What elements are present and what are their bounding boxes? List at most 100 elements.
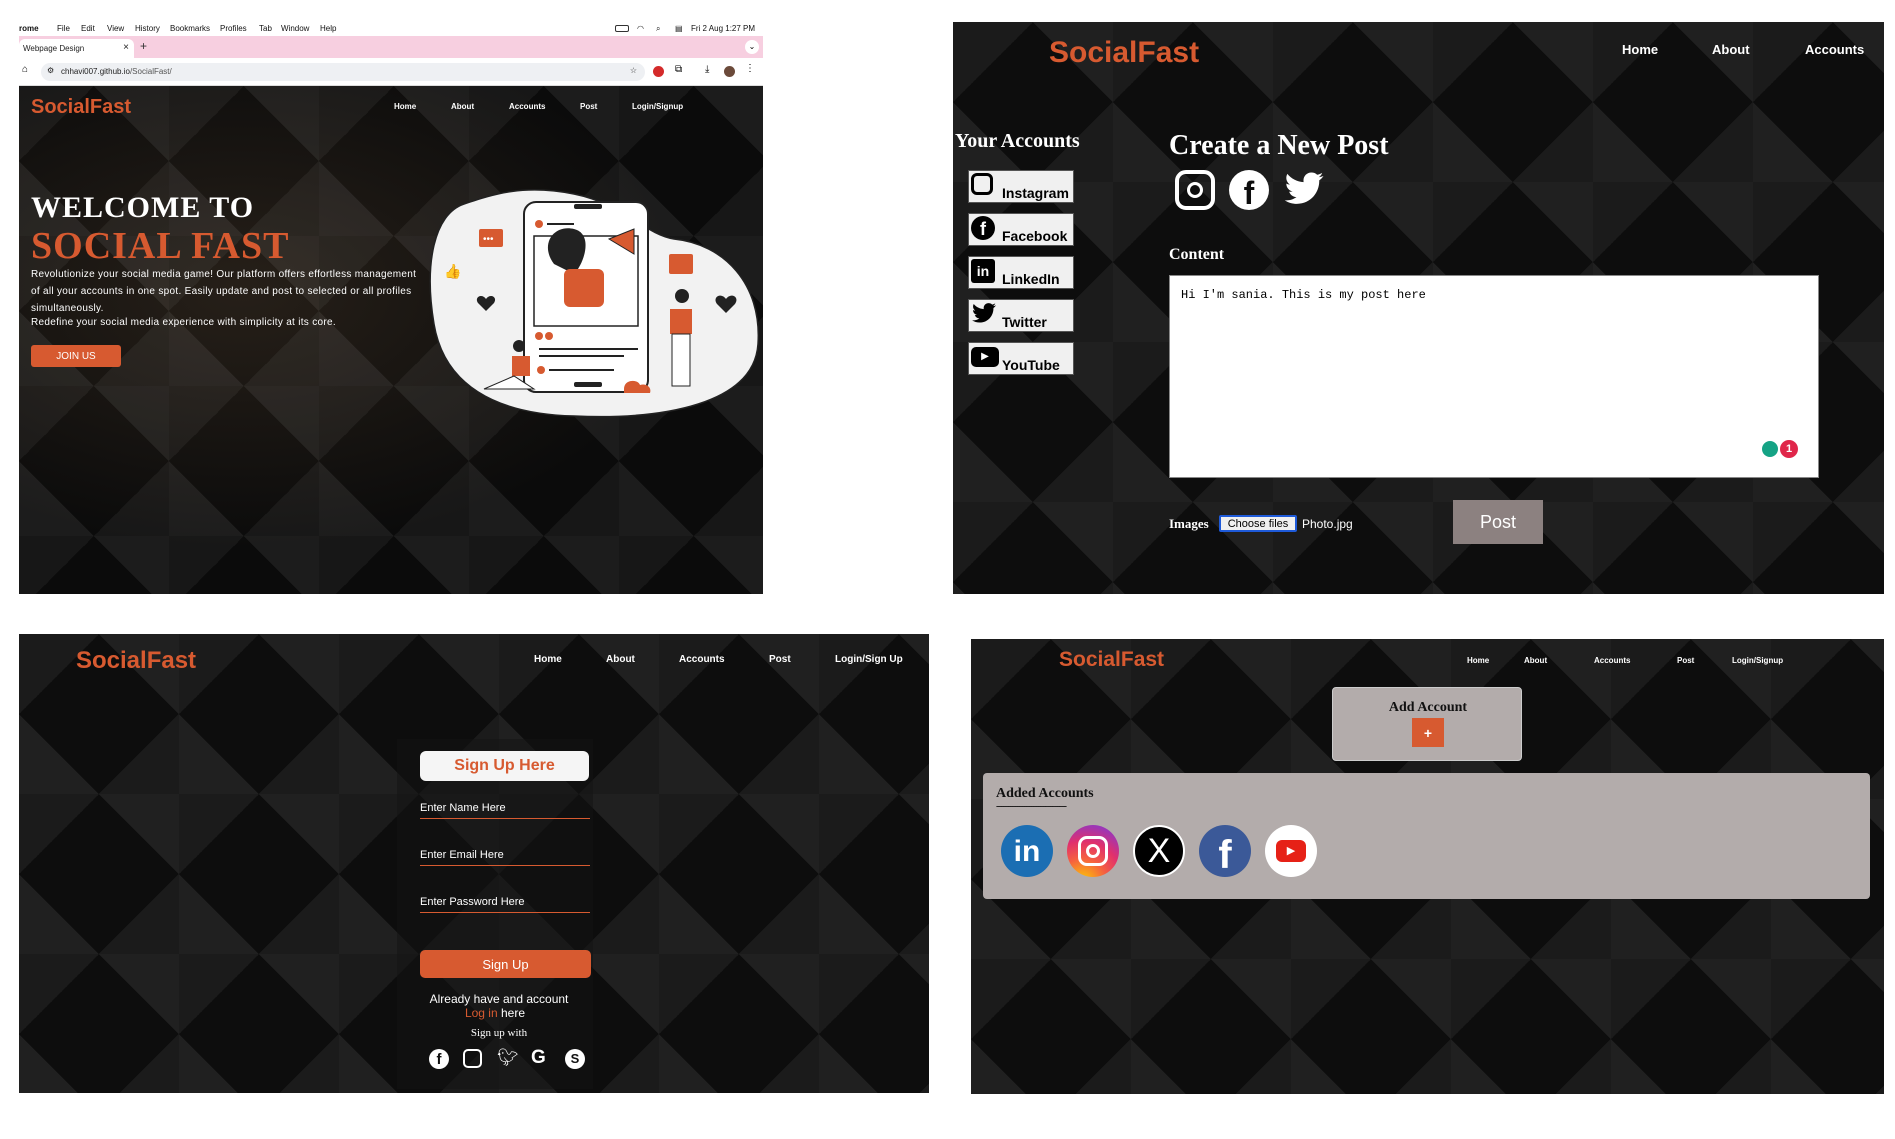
join-us-button[interactable]: JOIN US bbox=[31, 345, 121, 367]
x-icon[interactable]: X bbox=[1133, 825, 1185, 877]
instagram-icon[interactable] bbox=[1175, 170, 1215, 210]
nav-login-signup[interactable]: Login/Sign Up bbox=[835, 654, 903, 665]
menu-window[interactable]: Window bbox=[281, 24, 309, 33]
nav-accounts[interactable]: Accounts bbox=[679, 654, 725, 665]
account-instagram[interactable]: Instagram bbox=[968, 170, 1074, 203]
nav-post[interactable]: Post bbox=[1677, 656, 1694, 665]
avatar[interactable] bbox=[724, 66, 735, 77]
address-bar-row: ⌂ ⚙ chhavi007.github.io/SocialFast/ ☆ ⧉ … bbox=[19, 58, 763, 86]
signup-with-text: Sign up with bbox=[470, 1027, 528, 1039]
account-linkedin[interactable]: in LinkedIn bbox=[968, 256, 1074, 289]
menu-tab[interactable]: Tab bbox=[259, 24, 272, 33]
search-icon[interactable]: ⌕ bbox=[656, 24, 660, 34]
nav-post[interactable]: Post bbox=[580, 102, 597, 111]
extension-icon[interactable] bbox=[653, 66, 664, 77]
file-name: Photo.jpg bbox=[1302, 517, 1353, 531]
youtube-icon[interactable]: ▶ bbox=[1265, 825, 1317, 877]
nav-accounts[interactable]: Accounts bbox=[1805, 42, 1864, 57]
bookmark-star-icon[interactable]: ☆ bbox=[630, 66, 637, 75]
nav-accounts[interactable]: Accounts bbox=[1594, 656, 1630, 665]
hero-description: Revolutionize your social media game! Ou… bbox=[31, 269, 417, 314]
clock: Fri 2 Aug 1:27 PM bbox=[691, 24, 756, 33]
platform-selector: f bbox=[1175, 170, 1335, 214]
nav-login-signup[interactable]: Login/Signup bbox=[632, 102, 683, 111]
menu-bookmarks[interactable]: Bookmarks bbox=[170, 24, 210, 33]
brand-logo[interactable]: SocialFast bbox=[1059, 648, 1164, 672]
download-icon[interactable]: ⤓ bbox=[705, 64, 709, 75]
nav-post[interactable]: Post bbox=[769, 654, 791, 665]
added-accounts-card: Added Accounts -------------------------… bbox=[983, 773, 1870, 899]
brand-logo[interactable]: SocialFast bbox=[76, 647, 196, 675]
signup-screenshot: SocialFast Home About Accounts Post Logi… bbox=[19, 634, 929, 1093]
facebook-icon: f bbox=[971, 216, 995, 240]
added-accounts-icons: in X f ▶ bbox=[1001, 825, 1351, 879]
add-account-button[interactable]: + bbox=[1412, 718, 1444, 747]
tab-webpage-design[interactable]: Webpage Design × bbox=[19, 39, 134, 58]
svg-text:👍: 👍 bbox=[444, 263, 461, 280]
added-accounts-title: Added Accounts bbox=[996, 786, 1094, 801]
wifi-icon: ◠ bbox=[637, 24, 644, 33]
signup-title: Sign Up Here bbox=[420, 751, 589, 781]
accounts-screenshot: SocialFast Home About Accounts Post Logi… bbox=[971, 639, 1884, 1094]
twitter-icon[interactable] bbox=[1283, 172, 1325, 208]
instagram-icon[interactable] bbox=[463, 1049, 482, 1068]
name-field[interactable]: Enter Name Here bbox=[420, 797, 590, 819]
tab-bar: Webpage Design × + ⌄ bbox=[19, 36, 763, 58]
nav-home[interactable]: Home bbox=[1467, 656, 1489, 665]
nav-login-signup[interactable]: Login/Signup bbox=[1732, 656, 1783, 665]
login-link[interactable]: Log in bbox=[465, 1006, 498, 1020]
app-menu[interactable]: rome bbox=[19, 24, 39, 33]
nav-home[interactable]: Home bbox=[1622, 42, 1658, 57]
menu-view[interactable]: View bbox=[107, 24, 124, 33]
post-button[interactable]: Post bbox=[1453, 500, 1543, 544]
home-page: SocialFast Home About Accounts Post Logi… bbox=[19, 86, 763, 594]
menu-history[interactable]: History bbox=[135, 24, 160, 33]
facebook-icon[interactable]: f bbox=[1199, 825, 1251, 877]
social-signup-row: f 🐦︎ G S bbox=[429, 1047, 589, 1073]
new-tab-button[interactable]: + bbox=[140, 39, 147, 53]
home-screenshot: rome File Edit View History Bookmarks Pr… bbox=[19, 22, 763, 594]
skype-icon[interactable]: S bbox=[565, 1049, 585, 1069]
site-settings-icon[interactable]: ⚙ bbox=[47, 66, 54, 75]
account-facebook[interactable]: f Facebook bbox=[968, 213, 1074, 246]
add-account-title: Add Account bbox=[1388, 700, 1468, 715]
menu-help[interactable]: Help bbox=[320, 24, 336, 33]
puzzle-icon[interactable]: ⧉ bbox=[675, 64, 682, 75]
menu-edit[interactable]: Edit bbox=[81, 24, 95, 33]
url-field[interactable]: ⚙ chhavi007.github.io/SocialFast/ ☆ bbox=[41, 63, 645, 81]
email-field[interactable]: Enter Email Here bbox=[420, 844, 590, 866]
nav-home[interactable]: Home bbox=[394, 102, 416, 111]
facebook-icon[interactable]: f bbox=[429, 1049, 449, 1069]
menu-file[interactable]: File bbox=[57, 24, 70, 33]
menu-profiles[interactable]: Profiles bbox=[220, 24, 247, 33]
home-icon[interactable]: ⌂ bbox=[22, 64, 28, 75]
twitter-icon[interactable]: 🐦︎ bbox=[497, 1048, 519, 1068]
brand-logo[interactable]: SocialFast bbox=[1049, 36, 1199, 70]
nav-about[interactable]: About bbox=[1712, 42, 1750, 57]
close-tab-icon[interactable]: × bbox=[123, 42, 129, 53]
account-youtube[interactable]: ▶ YouTube bbox=[968, 342, 1074, 375]
brand-logo[interactable]: SocialFast bbox=[31, 96, 131, 119]
nav-about[interactable]: About bbox=[1524, 656, 1547, 665]
control-center-icon[interactable]: ▤ bbox=[675, 24, 683, 33]
grammarly-icon[interactable] bbox=[1762, 441, 1778, 457]
linkedin-icon[interactable]: in bbox=[1001, 825, 1053, 877]
grammar-count-badge[interactable]: 1 bbox=[1780, 440, 1798, 458]
tab-menu-chevron-icon[interactable]: ⌄ bbox=[745, 40, 759, 54]
your-accounts-title: Your Accounts bbox=[955, 130, 1080, 152]
instagram-icon[interactable] bbox=[1067, 825, 1119, 877]
facebook-icon[interactable]: f bbox=[1229, 170, 1269, 211]
nav-accounts[interactable]: Accounts bbox=[509, 102, 545, 111]
nav-home[interactable]: Home bbox=[534, 654, 562, 665]
signup-submit-button[interactable]: Sign Up bbox=[420, 950, 591, 978]
linkedin-icon: in bbox=[971, 259, 995, 283]
nav-about[interactable]: About bbox=[451, 102, 474, 111]
password-field[interactable]: Enter Password Here bbox=[420, 891, 590, 913]
google-icon[interactable]: G bbox=[531, 1047, 546, 1069]
create-post-title: Create a New Post bbox=[1169, 130, 1389, 161]
choose-files-button[interactable]: Choose files bbox=[1219, 515, 1297, 532]
account-twitter[interactable]: Twitter bbox=[968, 299, 1074, 332]
nav-about[interactable]: About bbox=[606, 654, 635, 665]
more-menu-icon[interactable]: ⋮ bbox=[745, 63, 755, 74]
content-textarea[interactable]: Hi I'm sania. This is my post here 1 bbox=[1169, 275, 1819, 478]
